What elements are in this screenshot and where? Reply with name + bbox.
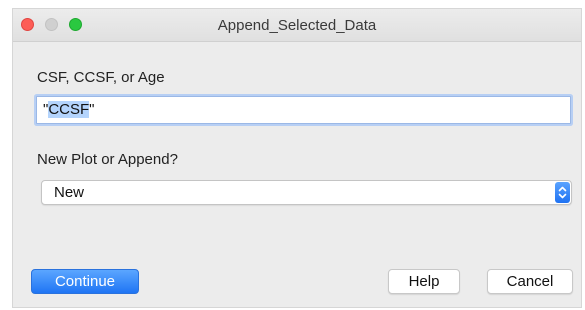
mode-field-label: New Plot or Append? — [37, 151, 178, 168]
title-bar[interactable]: Append_Selected_Data — [13, 9, 581, 42]
window-title: Append_Selected_Data — [217, 17, 377, 34]
type-input-quote-close: " — [89, 101, 95, 118]
type-input[interactable]: "CCSF" — [36, 96, 571, 124]
continue-button[interactable]: Continue — [31, 269, 139, 294]
mode-select-value: New — [54, 184, 85, 201]
dialog-window: Append_Selected_Data CSF, CCSF, or Age "… — [12, 8, 582, 308]
cancel-button[interactable]: Cancel — [487, 269, 573, 294]
mode-select[interactable]: New — [41, 180, 572, 205]
up-down-chevrons-icon[interactable] — [555, 182, 570, 203]
type-field-label: CSF, CCSF, or Age — [37, 69, 165, 86]
type-input-selected-text: CCSF — [48, 101, 90, 118]
help-button[interactable]: Help — [388, 269, 460, 294]
